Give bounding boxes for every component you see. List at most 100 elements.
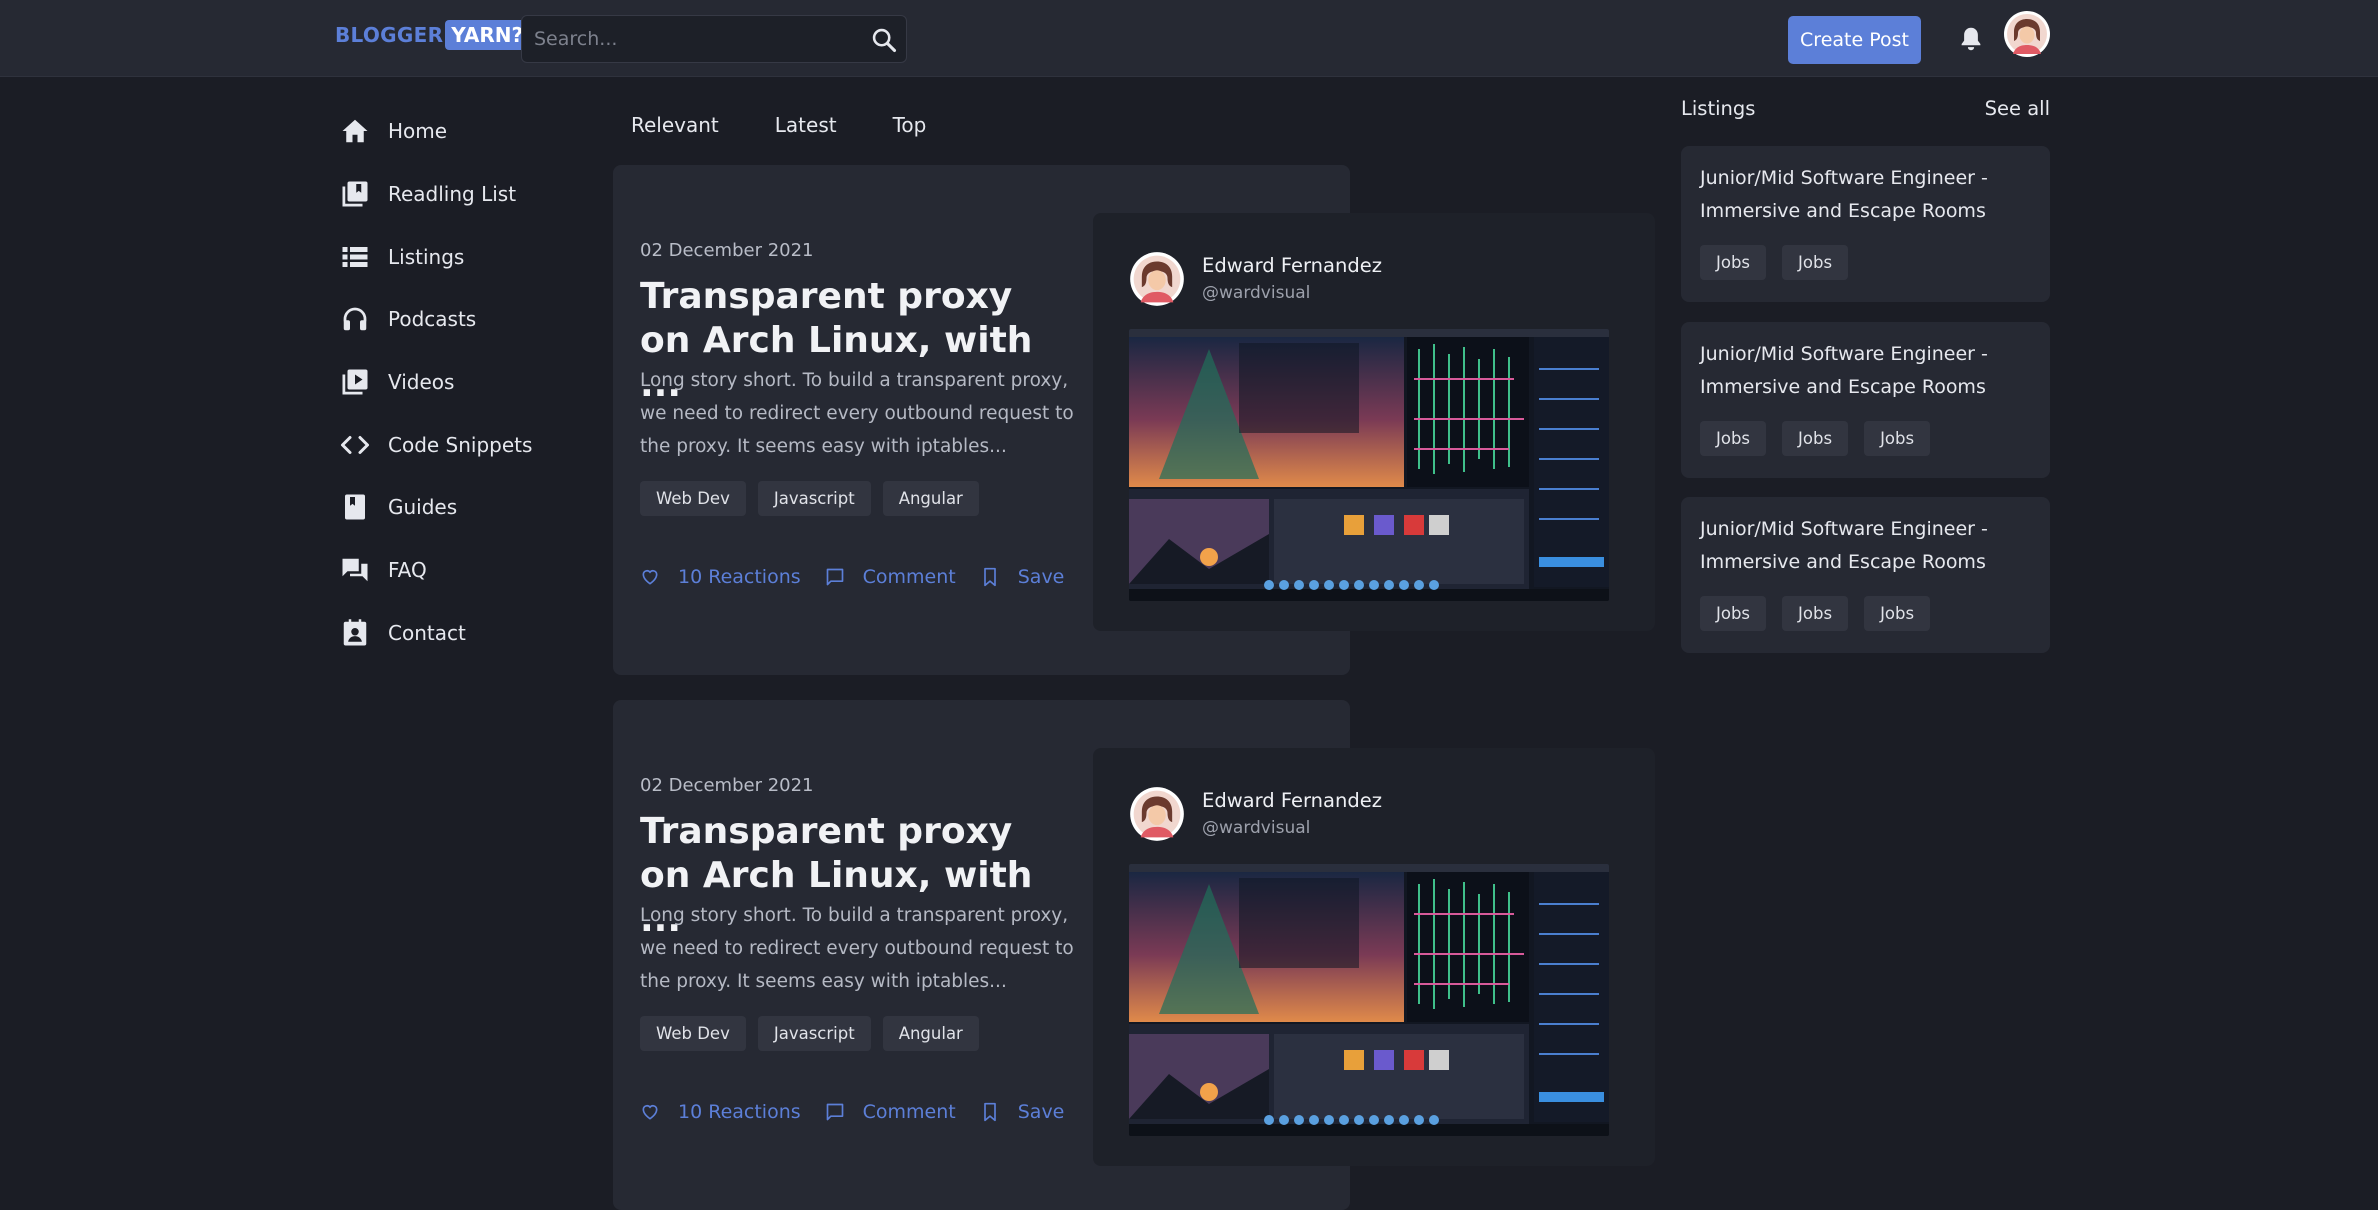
sidebar-item-label: Code Snippets bbox=[388, 432, 533, 457]
sidebar-item-videos[interactable]: Videos bbox=[340, 351, 600, 414]
post-date: 02 December 2021 bbox=[640, 240, 814, 261]
comment-label: Comment bbox=[862, 1101, 956, 1123]
sidebar-item-label: Videos bbox=[388, 370, 455, 395]
listing-card[interactable]: Junior/Mid Software Engineer - Immersive… bbox=[1681, 322, 2050, 478]
tag-chip[interactable]: Jobs bbox=[1782, 421, 1849, 456]
see-all-link[interactable]: See all bbox=[1985, 97, 2050, 120]
reactions-button[interactable]: 10 Reactions bbox=[640, 566, 801, 588]
save-label: Save bbox=[1017, 1101, 1065, 1123]
comment-label: Comment bbox=[862, 566, 956, 588]
bell-icon[interactable] bbox=[1956, 24, 1986, 54]
author-avatar[interactable] bbox=[1129, 251, 1185, 307]
listing-card[interactable]: Junior/Mid Software Engineer - Immersive… bbox=[1681, 497, 2050, 653]
sidebar-item-label: Readling List bbox=[388, 182, 517, 207]
sidebar-item-label: Podcasts bbox=[388, 307, 477, 332]
tag-chip[interactable]: Angular bbox=[882, 1016, 979, 1051]
post-tags: Web Dev Javascript Angular bbox=[640, 1016, 991, 1051]
heart-icon bbox=[642, 569, 658, 585]
sidebar-item-guides[interactable]: Guides bbox=[340, 476, 600, 539]
author-panel: Edward Fernandez @wardvisual bbox=[1093, 748, 1655, 1166]
tab-relevant[interactable]: Relevant bbox=[631, 113, 719, 137]
listing-title[interactable]: Junior/Mid Software Engineer - Immersive… bbox=[1700, 338, 2030, 404]
tag-chip[interactable]: Jobs bbox=[1700, 421, 1767, 456]
tag-chip[interactable]: Angular bbox=[882, 481, 979, 516]
tag-chip[interactable]: Jobs bbox=[1700, 596, 1767, 631]
save-label: Save bbox=[1017, 566, 1065, 588]
feed-tabs: Relevant Latest Top bbox=[631, 113, 982, 137]
heart-icon bbox=[642, 1104, 658, 1120]
home-icon bbox=[342, 120, 368, 143]
listing-title[interactable]: Junior/Mid Software Engineer - Immersive… bbox=[1700, 162, 2030, 228]
sidebar-item-faq[interactable]: FAQ bbox=[340, 539, 600, 602]
contact-icon bbox=[343, 619, 367, 646]
sidebar-item-label: Guides bbox=[388, 495, 458, 520]
site-logo[interactable]: BLOGGER YARN? bbox=[335, 18, 530, 52]
author-name[interactable]: Edward Fernandez bbox=[1202, 254, 1382, 277]
post-tags: Web Dev Javascript Angular bbox=[640, 481, 991, 516]
video-icon bbox=[342, 369, 368, 395]
sidebar-item-label: Contact bbox=[388, 620, 466, 645]
tag-chip[interactable]: Web Dev bbox=[640, 1016, 746, 1051]
listing-card[interactable]: Junior/Mid Software Engineer - Immersive… bbox=[1681, 146, 2050, 302]
search-icon[interactable] bbox=[870, 26, 898, 54]
headphones-icon bbox=[343, 308, 367, 331]
book-icon bbox=[345, 494, 365, 520]
post-excerpt: Long story short. To build a transparent… bbox=[640, 370, 1074, 457]
tag-chip[interactable]: Jobs bbox=[1864, 596, 1931, 631]
author-handle: @wardvisual bbox=[1202, 283, 1311, 303]
post-actions: 10 Reactions Comment Save bbox=[640, 566, 1088, 588]
tab-top[interactable]: Top bbox=[893, 113, 927, 137]
post-card[interactable]: 02 December 2021 Transparent proxy on Ar… bbox=[613, 700, 1655, 1210]
post-cover-image[interactable] bbox=[1129, 864, 1609, 1136]
tab-latest[interactable]: Latest bbox=[775, 113, 837, 137]
search-input[interactable] bbox=[522, 16, 852, 62]
author-panel: Edward Fernandez @wardvisual bbox=[1093, 213, 1655, 631]
listing-title[interactable]: Junior/Mid Software Engineer - Immersive… bbox=[1700, 513, 2030, 579]
author-name[interactable]: Edward Fernandez bbox=[1202, 789, 1382, 812]
save-button[interactable]: Save bbox=[980, 1101, 1065, 1123]
reactions-label: 10 Reactions bbox=[678, 1101, 801, 1123]
reactions-label: 10 Reactions bbox=[678, 566, 801, 588]
logo-text-blogger: BLOGGER bbox=[335, 23, 444, 47]
create-post-button[interactable]: Create Post bbox=[1788, 16, 1921, 64]
post-actions: 10 Reactions Comment Save bbox=[640, 1101, 1088, 1123]
tag-chip[interactable]: Javascript bbox=[757, 481, 871, 516]
tag-chip[interactable]: Javascript bbox=[757, 1016, 871, 1051]
tag-chip[interactable]: Jobs bbox=[1700, 245, 1767, 280]
sidebar-item-reading-list[interactable]: Readling List bbox=[340, 163, 600, 226]
post-card[interactable]: 02 December 2021 Transparent proxy on Ar… bbox=[613, 165, 1655, 675]
post-date: 02 December 2021 bbox=[640, 775, 814, 796]
listing-tags: Jobs Jobs Jobs bbox=[1700, 596, 1946, 631]
listing-tags: Jobs Jobs Jobs bbox=[1700, 421, 1946, 456]
sidebar-item-podcasts[interactable]: Podcasts bbox=[340, 288, 600, 351]
sidebar-item-code-snippets[interactable]: Code Snippets bbox=[340, 413, 600, 476]
user-avatar[interactable] bbox=[2003, 10, 2051, 58]
sidebar-item-home[interactable]: Home bbox=[340, 100, 600, 163]
post-excerpt: Long story short. To build a transparent… bbox=[640, 905, 1074, 992]
sidebar-item-listings[interactable]: Listings bbox=[340, 225, 600, 288]
comment-icon bbox=[826, 568, 843, 586]
comment-icon bbox=[826, 1103, 843, 1121]
tag-chip[interactable]: Web Dev bbox=[640, 481, 746, 516]
bookmark-icon bbox=[983, 567, 996, 587]
sidebar-item-contact[interactable]: Contact bbox=[340, 602, 600, 665]
post-cover-image[interactable] bbox=[1129, 329, 1609, 601]
tag-chip[interactable]: Jobs bbox=[1782, 245, 1849, 280]
code-icon bbox=[341, 435, 369, 454]
author-handle: @wardvisual bbox=[1202, 818, 1311, 838]
logo-text-yarn: YARN? bbox=[445, 20, 530, 50]
sidebar-item-label: FAQ bbox=[388, 558, 427, 583]
comment-button[interactable]: Comment bbox=[825, 566, 956, 588]
listings-icon bbox=[342, 246, 368, 267]
sidebar-item-label: Listings bbox=[388, 244, 465, 269]
save-button[interactable]: Save bbox=[980, 566, 1065, 588]
reactions-button[interactable]: 10 Reactions bbox=[640, 1101, 801, 1123]
top-navbar: BLOGGER YARN? Create Post bbox=[0, 0, 2378, 77]
search-box bbox=[521, 15, 907, 63]
reading-list-icon bbox=[342, 181, 368, 207]
tag-chip[interactable]: Jobs bbox=[1864, 421, 1931, 456]
author-avatar[interactable] bbox=[1129, 786, 1185, 842]
tag-chip[interactable]: Jobs bbox=[1782, 596, 1849, 631]
sidebar-nav: Home Readling List Listings Podcasts Vid… bbox=[340, 100, 600, 664]
comment-button[interactable]: Comment bbox=[825, 1101, 956, 1123]
